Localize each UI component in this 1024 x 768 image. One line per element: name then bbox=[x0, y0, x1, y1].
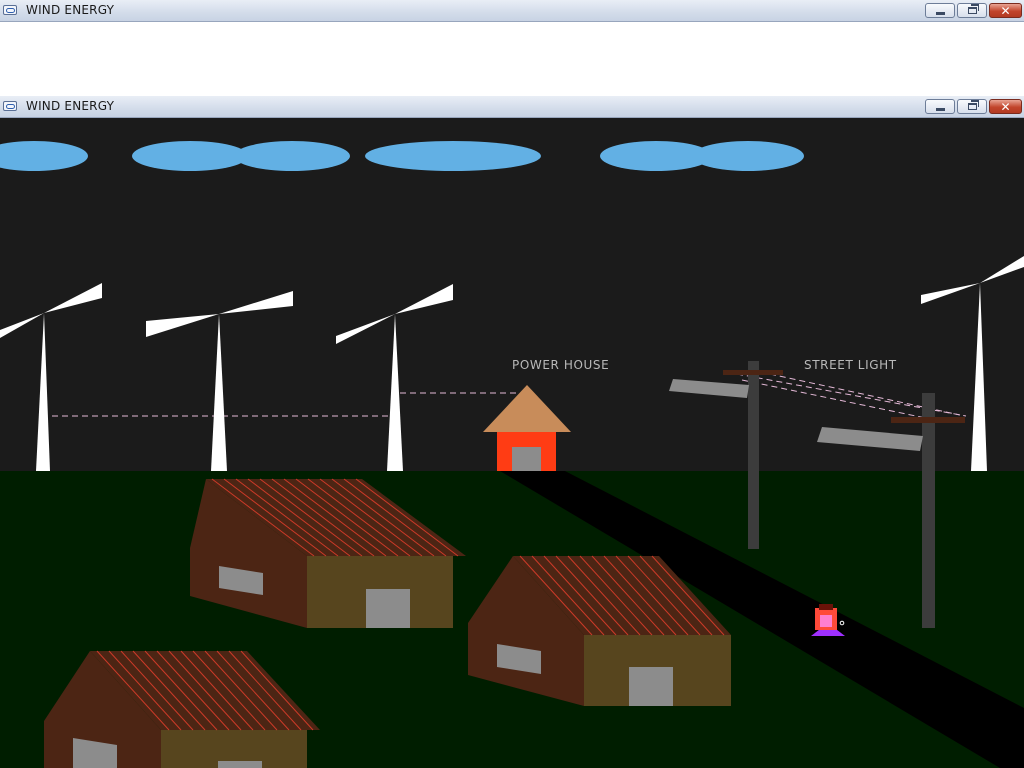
restore-button[interactable] bbox=[957, 3, 987, 18]
restore-icon bbox=[967, 4, 979, 14]
street-light-label: STREET LIGHT bbox=[804, 358, 897, 372]
app-icon[interactable] bbox=[3, 5, 17, 15]
power-house-label: POWER HOUSE bbox=[512, 358, 609, 372]
close-button[interactable]: ✕ bbox=[989, 3, 1022, 18]
cloud-icon bbox=[692, 141, 804, 171]
restore-button[interactable] bbox=[957, 99, 987, 114]
minimize-button[interactable] bbox=[925, 3, 955, 18]
cloud-icon bbox=[234, 141, 350, 171]
minimize-icon bbox=[935, 107, 945, 111]
back-window-titlebar[interactable]: WIND ENERGY ✕ bbox=[0, 0, 1024, 22]
figure-head bbox=[819, 604, 833, 610]
street-light-crossarm bbox=[891, 417, 965, 423]
cloud-icon bbox=[365, 141, 541, 171]
minimize-button[interactable] bbox=[925, 99, 955, 114]
power-house-door[interactable] bbox=[512, 447, 541, 471]
street-light-crossarm bbox=[723, 370, 783, 375]
wind-energy-canvas[interactable]: POWER HOUSE STREET LIGHT bbox=[0, 118, 1024, 768]
window-title: WIND ENERGY bbox=[26, 99, 115, 113]
house-door[interactable] bbox=[218, 761, 262, 768]
window-title: WIND ENERGY bbox=[26, 3, 115, 17]
restore-icon bbox=[967, 100, 979, 110]
cloud-icon bbox=[132, 141, 248, 171]
street-light-pole bbox=[922, 393, 935, 628]
close-icon: ✕ bbox=[1000, 3, 1011, 18]
back-window-client-area bbox=[0, 22, 1024, 96]
close-button[interactable]: ✕ bbox=[989, 99, 1022, 114]
house-door[interactable] bbox=[366, 589, 410, 628]
minimize-icon bbox=[935, 11, 945, 15]
app-icon[interactable] bbox=[3, 101, 17, 111]
street-light-pole bbox=[748, 361, 759, 549]
house-door[interactable] bbox=[629, 667, 673, 706]
close-icon: ✕ bbox=[1000, 99, 1011, 114]
front-window-titlebar[interactable]: WIND ENERGY ✕ bbox=[0, 96, 1024, 118]
figure-face bbox=[820, 615, 832, 627]
